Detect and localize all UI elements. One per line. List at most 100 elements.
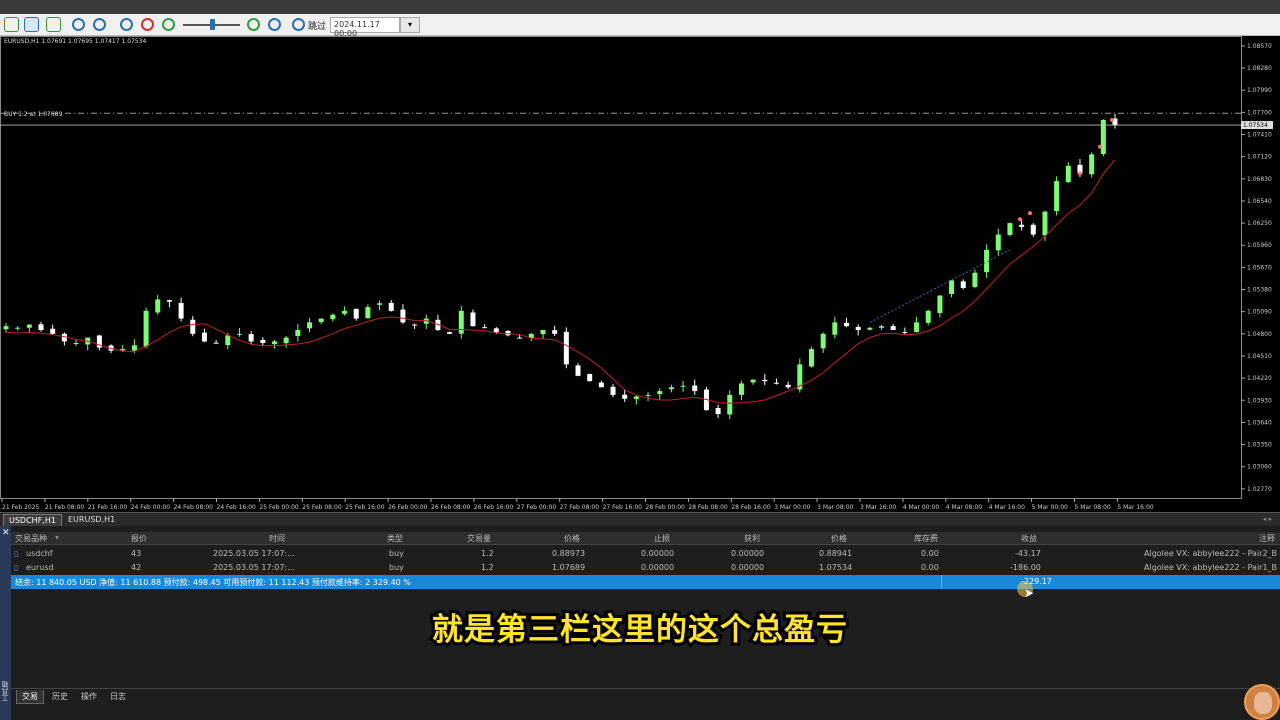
tab-trade[interactable]: 交易 (16, 690, 44, 704)
cell-profit: -43.17 (1015, 549, 1041, 558)
header-symbol[interactable]: 交易品种 (15, 533, 47, 544)
cell-price: 1.07534 (819, 563, 853, 572)
fast-forward-icon[interactable] (268, 18, 281, 31)
time-tick-label: 28 Feb 16:00 (731, 504, 771, 511)
speed-slider-thumb[interactable] (210, 19, 215, 30)
candle-body (949, 280, 955, 295)
zoom-in-icon[interactable] (72, 18, 85, 31)
cell-volume: 1.2 (481, 549, 494, 558)
chart-frame (0, 36, 1242, 499)
cell-profit: -186.00 (1010, 563, 1041, 572)
candle-body (552, 330, 558, 334)
zoom-out-icon[interactable] (93, 18, 106, 31)
candle-body (692, 385, 698, 392)
tab-history[interactable]: 历史 (47, 690, 73, 703)
candle-body (143, 310, 149, 347)
tab-operations[interactable]: 操作 (76, 690, 102, 703)
time-tick-label: 4 Mar 16:00 (989, 504, 1025, 511)
cell-comment: Algolee VX: abbylee222 - Pair1_B (1144, 563, 1278, 572)
price-tick-label: 1.07120 (1247, 154, 1272, 161)
stop-icon[interactable] (141, 18, 154, 31)
candle-body (610, 386, 616, 395)
bar-chart-button[interactable] (4, 17, 19, 32)
cell-type: buy (389, 563, 404, 572)
header-sl[interactable]: 止损 (654, 533, 670, 544)
candle-body (1042, 211, 1048, 236)
price-tick-label: 1.03930 (1247, 397, 1272, 404)
cell-swap: 0.00 (921, 563, 939, 572)
time-tick-label: 5 Mar 08:00 (1075, 504, 1111, 511)
date-field[interactable]: 2024.11.17 00:00 (330, 17, 400, 38)
header-volume[interactable]: 交易量 (467, 533, 491, 544)
time-tick-label: 21 Feb 16:00 (88, 504, 128, 511)
pause-icon[interactable] (120, 18, 133, 31)
sort-icon[interactable]: ▾ (55, 533, 59, 542)
header-comment[interactable]: 注释 (1259, 533, 1275, 544)
candle-body (260, 339, 266, 343)
skip-label[interactable]: 跳过 (308, 19, 326, 32)
table-row[interactable]: ▯ eurusd 42 2025.03.05 17:07:... buy 1.2… (11, 561, 1280, 575)
toolbox-label: 工具箱 (1, 681, 9, 702)
price-tick-label: 1.08570 (1247, 43, 1272, 50)
candle-body (470, 312, 476, 327)
candle-body (633, 396, 639, 400)
time-tick-label: 24 Feb 08:00 (174, 504, 214, 511)
line-chart-button[interactable] (46, 17, 61, 32)
cell-ticket: 43 (131, 549, 142, 558)
cell-volume: 1.2 (481, 563, 494, 572)
header-type[interactable]: 类型 (387, 533, 403, 544)
candle-body (587, 374, 593, 382)
candle-body (1019, 224, 1025, 227)
tab-log[interactable]: 日志 (105, 690, 131, 703)
candle-body (236, 333, 242, 335)
price-tick-label: 1.04220 (1247, 375, 1272, 382)
header-profit[interactable]: 收益 (1021, 533, 1037, 544)
header-ticket[interactable]: 报价 (131, 533, 147, 544)
price-tick-label: 1.07410 (1247, 132, 1272, 139)
candle-body (50, 328, 56, 334)
candle-body (342, 310, 348, 314)
candle-body (307, 322, 313, 329)
skip-icon[interactable] (292, 18, 305, 31)
time-tick-label: 5 Mar 16:00 (1117, 504, 1153, 511)
chart-title: EURUSD,H1 1.07691 1.07695 1.07417 1.0753… (4, 38, 147, 45)
header-price[interactable]: 价格 (831, 533, 847, 544)
price-tick-label: 1.03060 (1247, 464, 1272, 471)
step-forward-icon[interactable] (247, 18, 260, 31)
price-tick-label: 1.03350 (1247, 442, 1272, 449)
time-tick-label: 25 Feb 00:00 (259, 504, 299, 511)
candle-body (750, 379, 756, 383)
candlestick-chart-button[interactable] (24, 17, 39, 32)
candle-body (517, 337, 523, 339)
candle-body (295, 330, 301, 336)
candle-body (447, 332, 453, 334)
candle-body (1007, 223, 1013, 235)
cell-sl: 0.00000 (641, 563, 675, 572)
step-back-icon[interactable] (162, 18, 175, 31)
close-icon[interactable]: ✕ (2, 528, 10, 538)
cell-tp: 0.00000 (731, 563, 765, 572)
price-tick-label: 1.04510 (1247, 353, 1272, 360)
candle-body (914, 322, 920, 333)
time-tick-label: 24 Feb 16:00 (217, 504, 257, 511)
header-tp[interactable]: 获利 (744, 533, 760, 544)
calendar-icon[interactable]: ▾ (400, 17, 420, 33)
candle-body (377, 303, 383, 305)
header-swap[interactable]: 库存费 (914, 533, 938, 544)
cell-sl: 0.00000 (641, 549, 675, 558)
candle-body (808, 349, 814, 367)
cell-open-price: 0.88973 (552, 549, 586, 558)
candle-body (318, 318, 324, 323)
candle-body (283, 337, 289, 344)
candle-body (271, 341, 277, 345)
candle-body (820, 333, 826, 349)
header-open-price[interactable]: 价格 (564, 533, 580, 544)
candle-body (38, 324, 44, 330)
tab-scroll-buttons[interactable]: ◂ ▸ (1263, 515, 1272, 523)
account-summary-row[interactable]: 结余: 11 840.05 USD 净值: 11 610.88 预付款: 498… (11, 575, 1280, 589)
table-row[interactable]: ▯ usdchf 43 2025.03.05 17:07:... buy 1.2… (11, 547, 1280, 561)
price-chart[interactable]: 1.08570 1.08280 1.07990 1.07700 1.07410 1.071… (0, 36, 1280, 512)
candle-body (213, 342, 219, 344)
time-tick-label: 24 Feb 00:00 (131, 504, 171, 511)
header-time[interactable]: 时间 (269, 533, 285, 544)
